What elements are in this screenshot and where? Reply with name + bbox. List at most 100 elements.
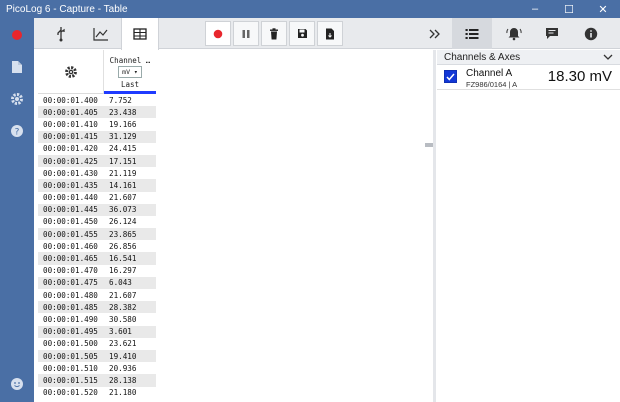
row-time: 00:00:01.460 (43, 241, 98, 251)
table-row: 00:00:01.485 28.382 (38, 301, 156, 314)
table-row: 00:00:01.490 30.580 (38, 313, 156, 325)
table-row: 00:00:01.400 7.752 (38, 94, 156, 106)
table-row: 00:00:01.480 21.607 (38, 289, 156, 301)
feedback-icon[interactable] (0, 370, 34, 398)
row-value: 31.129 (109, 132, 137, 142)
row-value: 6.043 (109, 278, 132, 288)
row-value: 28.382 (109, 302, 137, 312)
row-time: 00:00:01.500 (43, 339, 98, 349)
row-value: 3.601 (109, 327, 132, 337)
last-column-label: Last (120, 80, 140, 89)
minimize-button[interactable]: – (518, 0, 552, 18)
table-row: 00:00:01.465 16.541 (38, 252, 156, 265)
file-icon[interactable] (0, 53, 34, 81)
double-chevron-right-icon (429, 29, 440, 38)
channel-name: Channel A (466, 68, 513, 79)
capture-controls (205, 21, 343, 46)
gear-icon (64, 66, 77, 78)
close-button[interactable]: ✕ (586, 0, 620, 18)
pause-button[interactable] (233, 21, 259, 46)
row-time: 00:00:01.400 (43, 95, 98, 105)
help-icon[interactable]: ? (0, 117, 34, 145)
row-value: 23.438 (109, 107, 137, 117)
row-value: 7.752 (109, 95, 132, 105)
table-view-tab[interactable] (121, 18, 159, 50)
row-value: 24.415 (109, 144, 137, 154)
pause-icon (242, 29, 250, 38)
panel-splitter[interactable] (433, 50, 436, 402)
data-table: Channel … mV ▾ Last 00:00:01.400 7.752 00:… (38, 50, 156, 402)
table-row: 00:00:01.410 19.166 (38, 118, 156, 130)
row-value: 16.541 (109, 254, 137, 264)
table-row: 00:00:01.425 17.151 (38, 154, 156, 168)
row-value: 16.297 (109, 266, 137, 276)
table-row: 00:00:01.430 21.119 (38, 167, 156, 179)
row-time: 00:00:01.415 (43, 132, 98, 142)
row-time: 00:00:01.455 (43, 229, 98, 239)
row-time: 00:00:01.435 (43, 180, 98, 190)
table-row: 00:00:01.470 16.297 (38, 265, 156, 277)
table-row: 00:00:01.435 14.161 (38, 179, 156, 192)
row-value: 21.180 (109, 388, 137, 398)
row-time: 00:00:01.485 (43, 302, 98, 312)
row-time: 00:00:01.410 (43, 119, 98, 129)
row-time: 00:00:01.425 (43, 156, 98, 166)
row-value: 26.856 (109, 241, 137, 251)
row-value: 19.410 (109, 351, 137, 361)
chevron-down-icon (603, 54, 613, 60)
maximize-button[interactable]: ☐ (552, 0, 586, 18)
settings-icon[interactable] (0, 85, 34, 113)
left-rail: ? (0, 18, 34, 402)
channel-device: FZ986/0164 | A (466, 80, 518, 89)
table-row: 00:00:01.415 31.129 (38, 130, 156, 143)
graph-view-tab[interactable] (82, 18, 120, 49)
device-view-tab[interactable] (42, 18, 80, 49)
row-value: 14.161 (109, 180, 137, 190)
notes-button[interactable] (534, 18, 570, 49)
row-time: 00:00:01.495 (43, 327, 98, 337)
row-value: 21.607 (109, 290, 137, 300)
record-status-icon[interactable] (0, 21, 34, 49)
notes-icon (546, 28, 558, 39)
table-row: 00:00:01.420 24.415 (38, 143, 156, 155)
table-row: 00:00:01.450 26.124 (38, 216, 156, 228)
usb-icon (57, 26, 65, 41)
info-button[interactable] (573, 18, 609, 49)
table-row: 00:00:01.520 21.180 (38, 387, 156, 399)
delete-button[interactable] (261, 21, 287, 46)
row-time: 00:00:01.510 (43, 363, 98, 373)
table-row: 00:00:01.515 28.138 (38, 374, 156, 387)
graph-icon (93, 27, 108, 41)
save-button[interactable] (289, 21, 315, 46)
panel-header[interactable]: Channels & Axes (437, 50, 620, 65)
table-row: 00:00:01.460 26.856 (38, 240, 156, 252)
channel-row[interactable]: Channel A FZ986/0164 | A 18.30 mV (437, 66, 620, 90)
unit-select[interactable]: mV ▾ (118, 66, 142, 78)
row-value: 36.073 (109, 205, 137, 215)
record-button[interactable] (205, 21, 231, 46)
row-time: 00:00:01.465 (43, 254, 98, 264)
channel-value: 18.30 mV (547, 68, 612, 85)
export-button[interactable] (317, 21, 343, 46)
channel-checkbox[interactable] (444, 70, 457, 83)
row-time: 00:00:01.430 (43, 168, 98, 178)
export-file-icon (326, 28, 334, 39)
row-value: 21.607 (109, 193, 137, 203)
table-settings-button[interactable] (38, 50, 104, 94)
table-row: 00:00:01.445 36.073 (38, 203, 156, 216)
checkmark-icon (446, 73, 455, 81)
row-value: 30.580 (109, 314, 137, 324)
channels-axes-panel: Channels & Axes Channel A FZ986/0164 | A… (437, 50, 620, 402)
table-row: 00:00:01.405 23.438 (38, 106, 156, 119)
row-time: 00:00:01.480 (43, 290, 98, 300)
expand-panel-button[interactable] (423, 18, 447, 49)
row-time: 00:00:01.470 (43, 266, 98, 276)
row-value: 20.936 (109, 363, 137, 373)
info-icon (584, 27, 598, 40)
table-row: 00:00:01.475 6.043 (38, 276, 156, 289)
row-value: 19.166 (109, 119, 137, 129)
row-value: 23.865 (109, 229, 137, 239)
alarms-button[interactable] (496, 18, 532, 49)
row-time: 00:00:01.405 (43, 107, 98, 117)
channels-list-button[interactable] (452, 18, 492, 49)
